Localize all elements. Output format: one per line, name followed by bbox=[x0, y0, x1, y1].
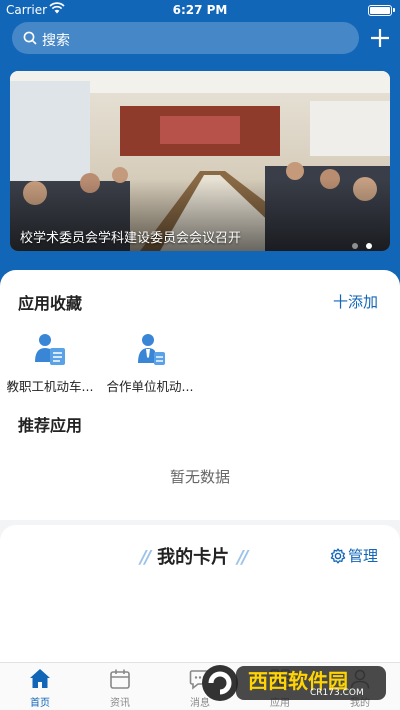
tab-label: 首页 bbox=[30, 698, 50, 709]
apps-panel: 应用收藏 十添加 教职工机动车... 合作单位机动... 推荐应用 暂无数据 bbox=[0, 270, 400, 520]
decor-slashes-right: // bbox=[237, 547, 248, 568]
home-icon bbox=[30, 669, 50, 688]
cards-title: 我的卡片 bbox=[157, 547, 230, 568]
banner-dot[interactable] bbox=[352, 243, 358, 249]
recommended-title: 推荐应用 bbox=[18, 416, 83, 435]
banner-caption: 校学术委员会学科建设委员会会议召开 bbox=[20, 231, 242, 246]
app-label: 合作单位机动... bbox=[106, 379, 194, 394]
app-partner-vehicle[interactable]: 合作单位机动... bbox=[100, 332, 200, 395]
search-icon bbox=[23, 31, 37, 49]
manage-label: 管理 bbox=[347, 547, 378, 565]
search-placeholder: 搜索 bbox=[42, 33, 70, 49]
cards-header: // 我的卡片 // bbox=[132, 543, 254, 569]
tab-home[interactable]: 首页 bbox=[0, 667, 80, 709]
search-bar[interactable]: 搜索 bbox=[12, 22, 359, 54]
add-favorite-link[interactable]: 十添加 bbox=[333, 291, 378, 312]
calendar-icon bbox=[110, 669, 130, 689]
plus-icon bbox=[371, 29, 389, 47]
app-staff-vehicle[interactable]: 教职工机动车... bbox=[0, 332, 100, 395]
clock: 6:27 PM bbox=[172, 3, 228, 17]
news-banner[interactable]: 校学术委员会学科建设委员会会议召开 bbox=[10, 71, 390, 251]
favorites-title: 应用收藏 bbox=[18, 294, 83, 313]
manage-button[interactable]: 管理 bbox=[330, 545, 378, 566]
cards-panel: // 我的卡片 // 管理 bbox=[0, 525, 400, 665]
banner-pagination[interactable] bbox=[344, 234, 372, 251]
banner-photo bbox=[10, 71, 390, 251]
add-button[interactable] bbox=[368, 24, 392, 52]
gear-icon bbox=[330, 548, 346, 564]
empty-state-text: 暂无数据 bbox=[169, 468, 230, 486]
tab-news[interactable]: 资讯 bbox=[80, 667, 160, 709]
watermark-logo: 西西软件园 CR173.COM bbox=[198, 660, 398, 706]
status-bar: Carrier 6:27 PM bbox=[0, 0, 400, 20]
banner-dot-active[interactable] bbox=[366, 243, 372, 249]
app-label: 教职工机动车... bbox=[6, 379, 94, 394]
partner-vehicle-icon bbox=[138, 334, 165, 365]
battery-icon bbox=[368, 5, 395, 16]
decor-slashes-left: // bbox=[140, 547, 151, 568]
tab-label: 资讯 bbox=[110, 698, 130, 709]
watermark-url: CR173.COM bbox=[310, 688, 364, 698]
staff-vehicle-icon bbox=[35, 334, 65, 365]
